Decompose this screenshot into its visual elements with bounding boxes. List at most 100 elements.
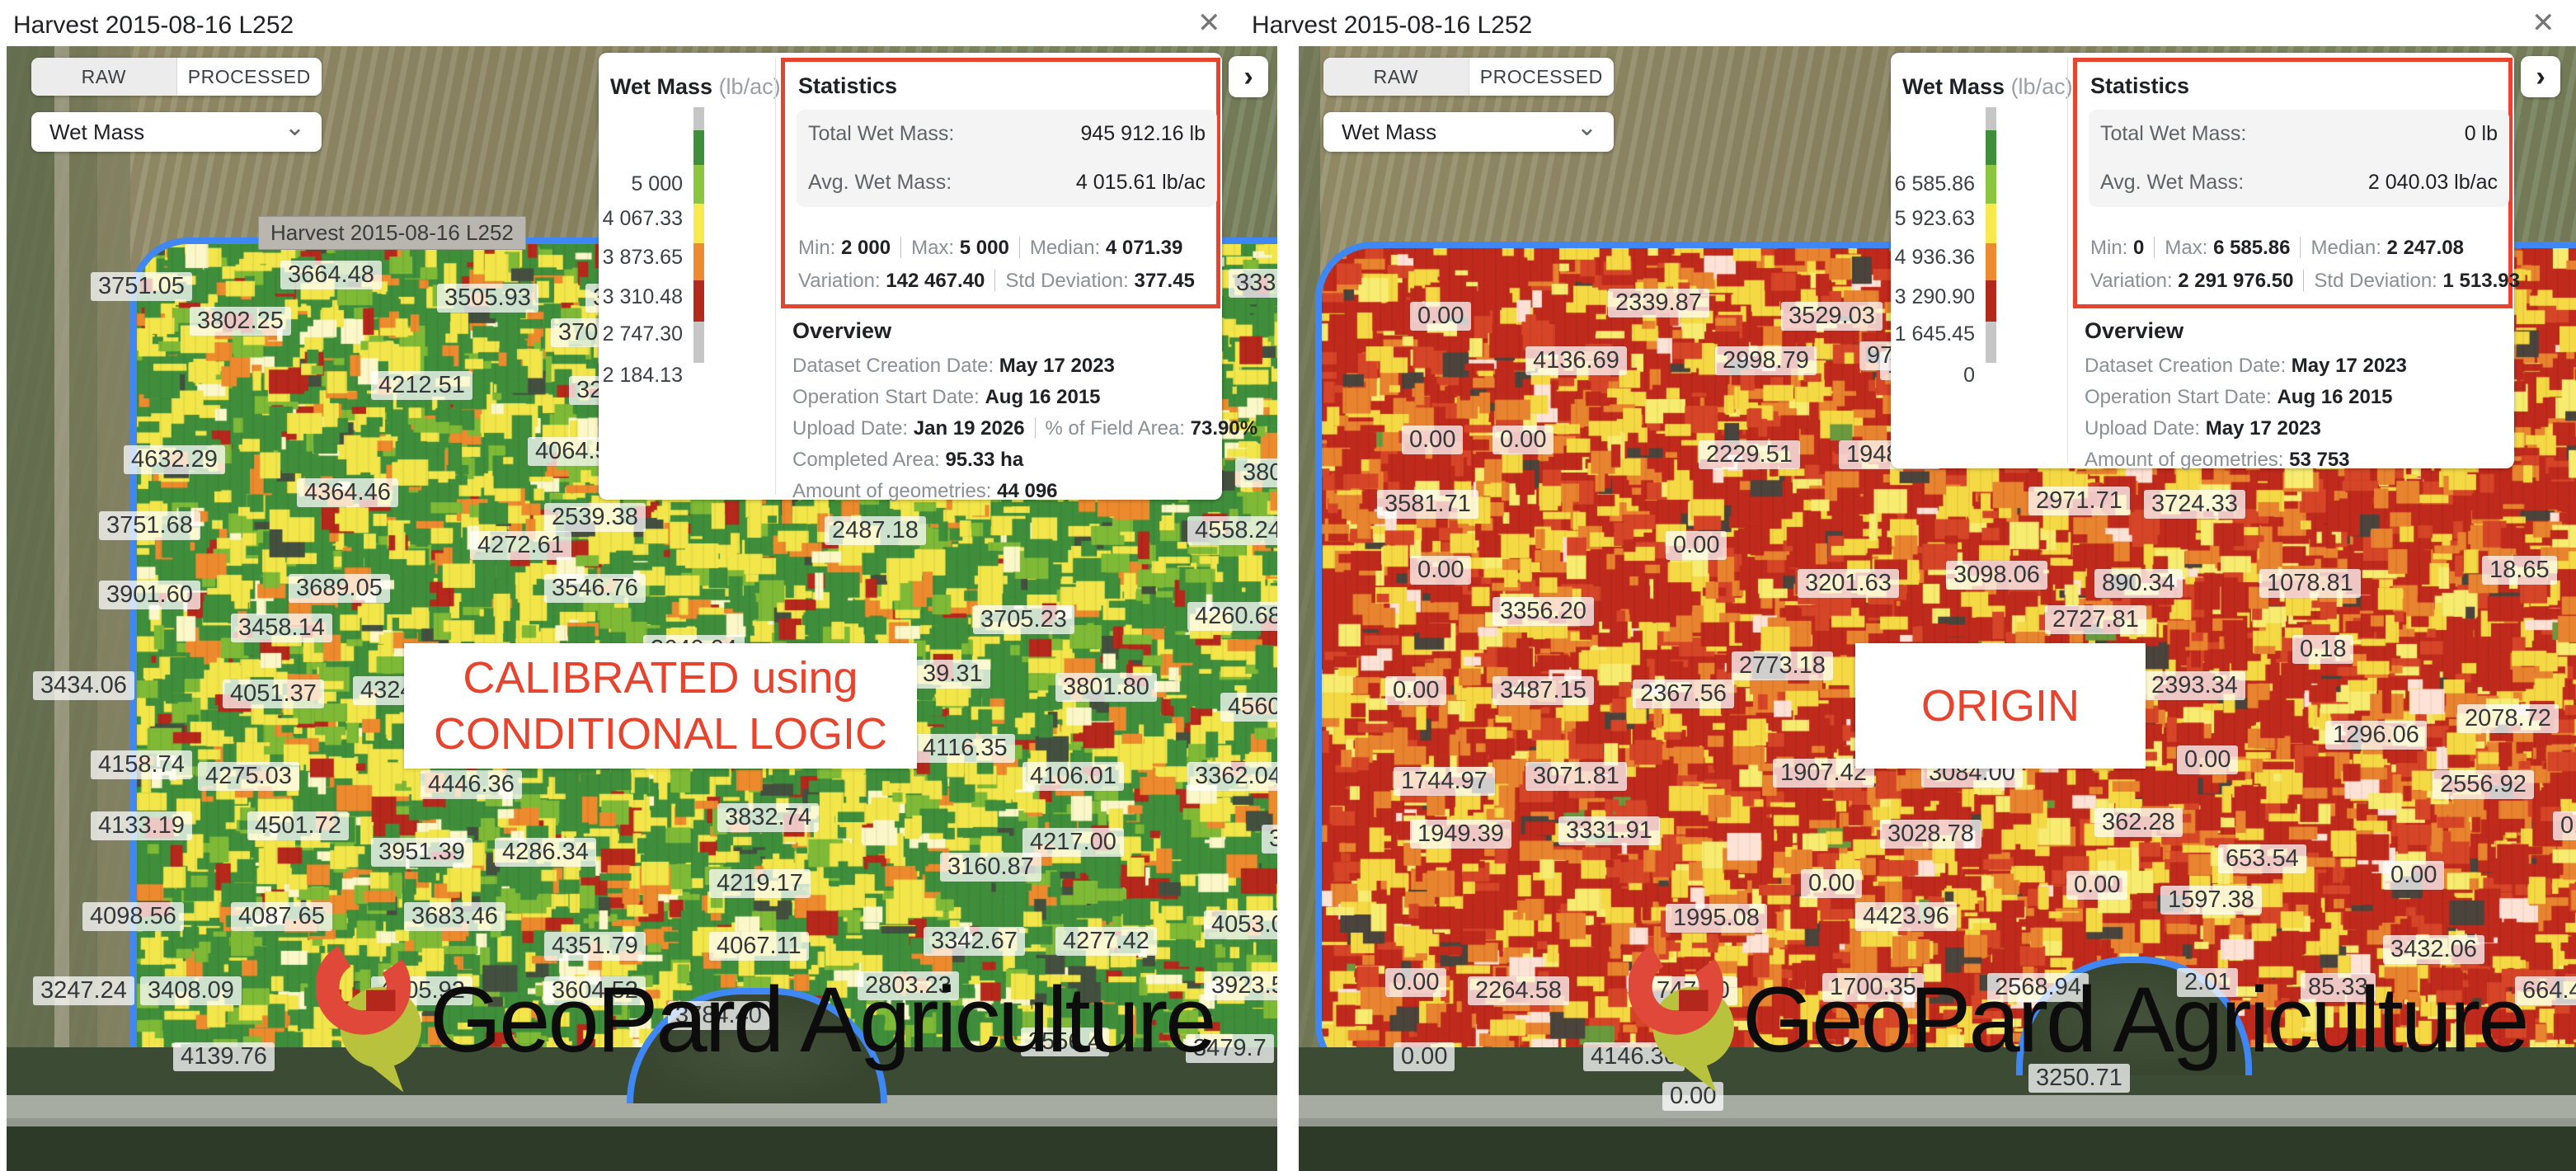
legend-title: Wet Mass (lb/ac) xyxy=(1902,74,2073,100)
total-wet-mass-row: Total Wet Mass: 0 lb xyxy=(2100,110,2498,158)
separator xyxy=(1035,417,1036,439)
map-value-label: 2229.51 xyxy=(1699,440,1800,469)
legend-tick: 2 747.30 xyxy=(518,322,683,346)
legend-tick: 3 310.48 xyxy=(518,285,683,309)
legend-ramp-segment xyxy=(1986,165,1996,204)
map-value-label: 360 xyxy=(1262,825,1277,854)
legend-tick: 1 645.45 xyxy=(1810,322,1975,346)
geopard-watermark: GeoPard Agriculture xyxy=(316,935,1215,1104)
map-value-label: 2971.71 xyxy=(2028,487,2130,515)
map-value-label: 0.00 xyxy=(1666,531,1727,560)
legend-tick: 6 585.86 xyxy=(1810,172,1975,196)
legend-tick: 2 184.13 xyxy=(518,364,683,388)
min-max-median-line: Min: 2 000Max: 5 000Median: 4 071.39 xyxy=(798,237,1182,260)
map-value-label: 1597.38 xyxy=(2160,886,2262,915)
map-value-label: 4260.68 xyxy=(1187,602,1277,631)
map-value-label: 0.00 xyxy=(2177,745,2238,774)
map-value-label: 4219.17 xyxy=(709,869,811,898)
chevron-down-icon: ⌄ xyxy=(284,113,305,142)
legend-ramp-segment xyxy=(693,243,704,280)
map-value-label: 3487.15 xyxy=(1492,676,1594,705)
map-value-label: 3923.57 xyxy=(1204,971,1277,1000)
legend-ramp-segment xyxy=(1986,130,1996,165)
map-value-label: 0.00 xyxy=(1801,869,1862,898)
map-value-label: 4098.56 xyxy=(82,902,184,931)
layer-select[interactable]: Wet Mass ⌄ xyxy=(1323,112,1614,152)
overview-row: Dataset Creation Date: May 17 2023 xyxy=(792,355,1209,386)
total-wet-mass-value: 0 lb xyxy=(2465,122,2498,146)
overview-rows: Dataset Creation Date: May 17 2023Operat… xyxy=(792,355,1209,511)
raw-processed-toggle: RAW PROCESSED xyxy=(1323,58,1614,96)
annotation-box: CALIBRATED usingCONDITIONAL LOGIC xyxy=(404,643,917,769)
legend-tick: 5 000 xyxy=(518,172,683,196)
map-value-label: 653.54 xyxy=(2218,844,2306,873)
legend-title: Wet Mass (lb/ac) xyxy=(610,74,781,100)
overview-row: Operation Start Date: Aug 16 2015 xyxy=(792,386,1209,417)
overview-value: 73.90% xyxy=(1191,417,1257,440)
map-value-label: 3581.71 xyxy=(1377,490,1478,519)
total-wet-mass-value: 945 912.16 lb xyxy=(1080,122,1206,146)
overview-row: Upload Date: May 17 2023 xyxy=(2085,417,2501,449)
overview-label: Operation Start Date: xyxy=(792,386,985,408)
statistics-box: Statistics Total Wet Mass: 0 lb Avg. Wet… xyxy=(2073,58,2513,308)
overview-row: Amount of geometries: 44 096 xyxy=(792,480,1209,511)
expand-panel-button[interactable]: › xyxy=(1229,56,1268,97)
map-value-label: 3071.81 xyxy=(1525,762,1627,791)
map-viewport-left[interactable]: 3751.053664.483260.1933313802.253505.933… xyxy=(7,46,1277,1171)
overview-label: Dataset Creation Date: xyxy=(2085,355,2292,377)
map-value-label: 4106.01 xyxy=(1022,762,1124,791)
processed-tab[interactable]: PROCESSED xyxy=(1469,58,1615,96)
overview-value: 44 096 xyxy=(997,480,1057,502)
map-value-label: 3247.24 xyxy=(33,976,134,1005)
geopard-logo-icon xyxy=(316,935,421,1104)
statistics-heading: Statistics xyxy=(798,73,897,99)
total-wet-mass-label: Total Wet Mass: xyxy=(808,122,954,146)
legend-ramp-segment xyxy=(1986,322,1996,363)
overview-row: Operation Start Date: Aug 16 2015 xyxy=(2085,386,2501,417)
map-value-label: 4286.34 xyxy=(495,838,596,867)
map-viewport-right[interactable]: 0.002339.873529.031511.064136.692998.791… xyxy=(1299,46,2576,1171)
map-value-label: 3408.09 xyxy=(140,976,242,1005)
legend-ramp-segment xyxy=(693,165,704,204)
legend-ramp-segment xyxy=(693,280,704,322)
geopard-logo-text: GeoPard Agriculture xyxy=(1742,966,2527,1073)
legend-unit: (lb/ac) xyxy=(2011,74,2073,99)
layer-select[interactable]: Wet Mass ⌄ xyxy=(31,112,322,152)
variation-line: Variation: 142 467.40Std Deviation: 377.… xyxy=(798,270,1195,293)
map-value-label: 4051.37 xyxy=(223,680,324,708)
divider xyxy=(775,58,776,495)
map-value-label: 3160.87 xyxy=(940,853,1041,882)
map-value-label: 3724.33 xyxy=(2144,490,2245,519)
map-value-label: 3802.25 xyxy=(190,307,291,336)
map-value-label: 3458.14 xyxy=(231,614,332,642)
legend-ramp xyxy=(693,107,704,363)
overview-value: 53 753 xyxy=(2289,449,2349,471)
annotation-text: ORIGIN xyxy=(1921,678,2080,734)
overview-value: Aug 16 2015 xyxy=(985,386,1100,408)
map-value-label: 1296.06 xyxy=(2325,721,2427,750)
min-max-median-line: Min: 0Max: 6 585.86Median: 2 247.08 xyxy=(2090,237,2464,260)
legend-stats-card: Wet Mass (lb/ac) 6 585.865 923.634 936.3… xyxy=(1891,53,2514,468)
close-icon[interactable]: ✕ xyxy=(2531,8,2555,38)
map-value-label: 3901.60 xyxy=(99,581,200,609)
map-value-label: 0.00 xyxy=(2066,871,2127,900)
annotation-text: CONDITIONAL LOGIC xyxy=(434,706,887,762)
overview-row: Upload Date: Jan 19 2026% of Field Area:… xyxy=(792,417,1209,449)
total-wet-mass-label: Total Wet Mass: xyxy=(2100,122,2246,146)
close-icon[interactable]: ✕ xyxy=(1197,8,1221,38)
expand-panel-button[interactable]: › xyxy=(2521,56,2560,97)
overview-row: Amount of geometries: 53 753 xyxy=(2085,449,2501,480)
raw-tab[interactable]: RAW xyxy=(1323,58,1469,96)
map-value-label: 2367.56 xyxy=(1633,680,1734,708)
raw-tab[interactable]: RAW xyxy=(31,58,176,96)
map-value-label: 3028.78 xyxy=(1880,820,1981,849)
processed-tab[interactable]: PROCESSED xyxy=(177,58,322,96)
overview-label: Amount of geometries: xyxy=(2085,449,2289,471)
raw-processed-toggle: RAW PROCESSED xyxy=(31,58,322,96)
map-value-label: 4501.72 xyxy=(247,811,349,840)
geopard-logo-icon xyxy=(1629,935,1734,1104)
map-value-label: 4139.76 xyxy=(173,1042,275,1071)
statistics-summary: Total Wet Mass: 0 lb Avg. Wet Mass: 2 04… xyxy=(2089,110,2509,207)
legend-unit: (lb/ac) xyxy=(719,74,781,99)
overview-label: % of Field Area: xyxy=(1046,417,1191,440)
